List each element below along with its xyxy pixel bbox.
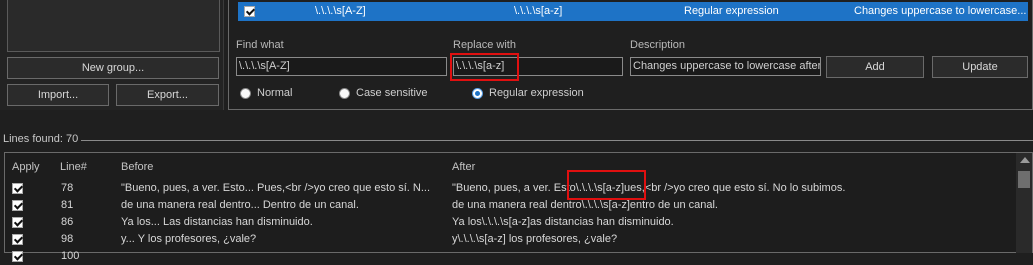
- mode-normal-label: Normal: [257, 87, 293, 99]
- import-button[interactable]: Import...: [7, 84, 109, 106]
- lines-found-label: Lines found: 70: [3, 133, 82, 145]
- mode-case-label: Case sensitive: [356, 87, 428, 99]
- rule-row-selected[interactable]: \.\.\.\s[A-Z] \.\.\.\s[a-z] Regular expr…: [238, 2, 1028, 21]
- results-scrollbar[interactable]: [1016, 153, 1032, 253]
- find-what-label: Find what: [236, 39, 284, 51]
- scroll-up-icon[interactable]: [1020, 157, 1030, 163]
- after-text: "Bueno, pues, a ver. Esto\.\.\.\s[a-z]ue…: [452, 182, 846, 194]
- before-text: "Bueno, pues, a ver. Esto... Pues,<br />…: [121, 182, 431, 194]
- replace-with-label: Replace with: [453, 39, 516, 51]
- table-row[interactable]: 98 y... Y los profesores, ¿vale? y\.\.\.…: [5, 231, 1015, 248]
- mode-regex-label: Regular expression: [489, 87, 584, 99]
- before-text: Ya los... Las distancias han disminuido.: [121, 216, 313, 228]
- new-group-button[interactable]: New group...: [7, 57, 219, 79]
- description-input[interactable]: Changes uppercase to lowercase after: [630, 57, 821, 76]
- table-row[interactable]: 86 Ya los... Las distancias han disminui…: [5, 214, 1015, 231]
- apply-checkbox[interactable]: [12, 200, 23, 211]
- after-highlight-box: [567, 170, 646, 200]
- table-row[interactable]: 100: [5, 248, 1015, 265]
- update-button[interactable]: Update: [932, 56, 1028, 78]
- line-number: 86: [61, 216, 74, 228]
- replace-highlight-box: [450, 53, 519, 81]
- panel-divider: [223, 0, 224, 110]
- before-text: de una manera real dentro... Dentro de u…: [121, 199, 359, 211]
- line-number: 100: [61, 250, 80, 262]
- col-line-header[interactable]: Line#: [60, 161, 87, 173]
- mode-regex-radio[interactable]: [472, 88, 483, 99]
- col-after-header[interactable]: After: [452, 161, 475, 173]
- col-before-header[interactable]: Before: [121, 161, 153, 173]
- table-row[interactable]: 81 de una manera real dentro... Dentro d…: [5, 197, 1015, 214]
- line-number: 78: [61, 182, 74, 194]
- rule-find-cell: \.\.\.\s[A-Z]: [315, 5, 366, 17]
- add-button[interactable]: Add: [826, 56, 924, 78]
- rule-type-cell: Regular expression: [684, 5, 779, 17]
- col-apply-header[interactable]: Apply: [12, 161, 40, 173]
- groups-list[interactable]: [7, 0, 220, 52]
- table-row[interactable]: 78 "Bueno, pues, a ver. Esto... Pues,<br…: [5, 180, 1015, 197]
- rule-description-cell: Changes uppercase to lowercase...: [854, 5, 1027, 17]
- apply-checkbox[interactable]: [12, 183, 23, 194]
- export-button[interactable]: Export...: [116, 84, 219, 106]
- mode-normal-radio[interactable]: [240, 88, 251, 99]
- after-text: y\.\.\.\s[a-z] los profesores, ¿vale?: [452, 233, 618, 245]
- line-number: 81: [61, 199, 74, 211]
- rule-enabled-checkbox[interactable]: [244, 6, 255, 17]
- lines-found-rule: [70, 140, 1033, 141]
- rule-replace-cell: \.\.\.\s[a-z]: [514, 5, 563, 17]
- find-what-input[interactable]: \.\.\.\s[A-Z]: [236, 57, 447, 76]
- description-label: Description: [630, 39, 686, 51]
- before-text: y... Y los profesores, ¿vale?: [121, 233, 257, 245]
- mode-case-radio[interactable]: [339, 88, 350, 99]
- after-text: Ya los\.\.\.\s[a-z]as distancias han dis…: [452, 216, 674, 228]
- scrollbar-thumb[interactable]: [1018, 171, 1030, 188]
- after-text: de una manera real dentro\.\.\.\s[a-z]en…: [452, 199, 718, 211]
- line-number: 98: [61, 233, 74, 245]
- apply-checkbox[interactable]: [12, 234, 23, 245]
- apply-checkbox[interactable]: [12, 217, 23, 228]
